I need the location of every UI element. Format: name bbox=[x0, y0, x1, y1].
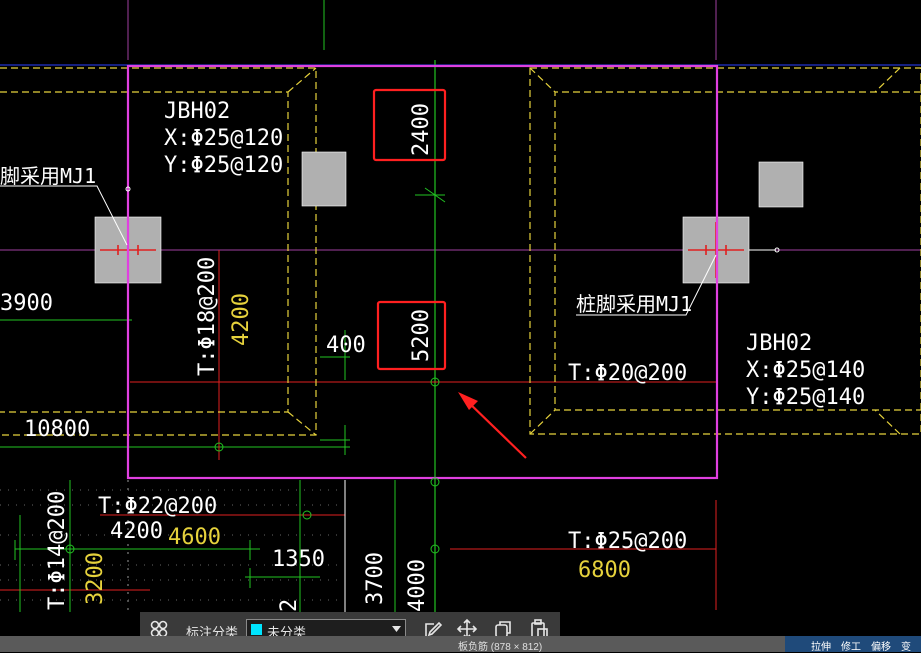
stretch-tool[interactable]: 拉伸 bbox=[811, 638, 831, 653]
jbh-right-y: Y:Φ25@140 bbox=[746, 385, 865, 410]
column-right-small[interactable] bbox=[758, 161, 804, 208]
offset-tool[interactable]: 偏移 bbox=[871, 638, 891, 653]
status-text: 板负筋 (878 × 812) bbox=[458, 642, 543, 653]
dim-4600: 4600 bbox=[168, 525, 221, 550]
dim-4200-white: 4200 bbox=[110, 519, 163, 544]
column-left-small[interactable] bbox=[301, 151, 347, 207]
dim-4000: 4000 bbox=[405, 559, 430, 612]
dim-5200: 5200 bbox=[409, 309, 434, 362]
cad-drawing-canvas[interactable]: JBH02 X:Φ25@120 Y:Φ25@120 JBH02 X:Φ25@14… bbox=[0, 0, 921, 652]
chevron-down-icon bbox=[392, 626, 401, 632]
rebar-t14: T:Φ14@200 bbox=[45, 491, 70, 610]
dim-6800: 6800 bbox=[578, 558, 631, 583]
trim-tool[interactable]: 修工 bbox=[841, 638, 861, 653]
dim-2400: 2400 bbox=[409, 103, 434, 156]
jbh-left-x: X:Φ25@120 bbox=[164, 126, 283, 151]
dim-3900: 3900 bbox=[0, 291, 53, 316]
right-column-note: 桩脚采用MJ1 bbox=[576, 292, 692, 316]
rebar-t22: T:Φ22@200 bbox=[98, 494, 217, 519]
rebar-t18: T:Φ18@200 bbox=[195, 257, 220, 376]
left-column-note: 脚采用MJ1 bbox=[0, 164, 96, 188]
dim-400: 400 bbox=[326, 333, 366, 358]
transform-tool[interactable]: 变 bbox=[901, 638, 911, 653]
dim-partial-bottom: 2 bbox=[277, 599, 302, 612]
rebar-t20: T:Φ20@200 bbox=[568, 361, 687, 386]
jbh-left-y: Y:Φ25@120 bbox=[164, 153, 283, 178]
jbh-right-x: X:Φ25@140 bbox=[746, 358, 865, 383]
dim-4200-yellow: 4200 bbox=[229, 293, 254, 346]
dim-3200: 3200 bbox=[83, 552, 108, 605]
jbh-right-name: JBH02 bbox=[746, 331, 812, 356]
category-swatch bbox=[251, 624, 262, 635]
status-bar: 板负筋 (878 × 812) bbox=[0, 636, 921, 653]
tool-strip: 拉伸 修工 偏移 变 bbox=[785, 636, 921, 653]
dim-1350: 1350 bbox=[272, 547, 325, 572]
rebar-t25: T:Φ25@200 bbox=[568, 529, 687, 554]
dim-10800: 10800 bbox=[24, 417, 90, 442]
dim-3700: 3700 bbox=[363, 552, 388, 605]
jbh-left-name: JBH02 bbox=[164, 99, 230, 124]
